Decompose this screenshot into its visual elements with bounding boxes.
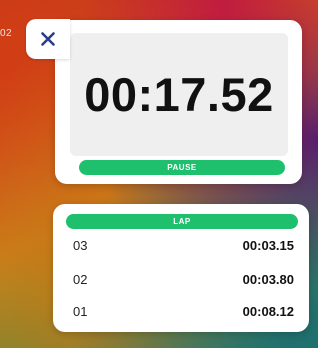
pause-button[interactable]: PAUSE [79, 160, 285, 175]
lap-number: 03 [73, 237, 88, 253]
lap-row: 01 00:08.12 [73, 302, 294, 320]
lap-time: 00:08.12 [242, 303, 294, 319]
lap-number: 02 [73, 271, 88, 287]
timer-card: 00:17.52 PAUSE [55, 20, 302, 184]
timer-display: 00:17.52 [70, 33, 288, 156]
close-icon [40, 31, 56, 47]
lap-button[interactable]: LAP [66, 214, 298, 229]
lap-number: 01 [73, 303, 88, 319]
pause-button-label: PAUSE [167, 163, 197, 172]
lap-row: 02 00:03.80 [73, 270, 294, 288]
lap-time: 00:03.80 [242, 271, 294, 287]
laps-card: LAP 03 00:03.15 02 00:03.80 01 00:08.12 [53, 204, 309, 332]
timer-value: 00:17.52 [84, 68, 274, 121]
lap-row: 03 00:03.15 [73, 236, 294, 254]
lap-time: 00:03.15 [242, 237, 294, 253]
close-button[interactable] [26, 19, 70, 59]
wallpaper-edge-text: 02 [0, 28, 13, 39]
lap-button-label: LAP [173, 217, 191, 226]
